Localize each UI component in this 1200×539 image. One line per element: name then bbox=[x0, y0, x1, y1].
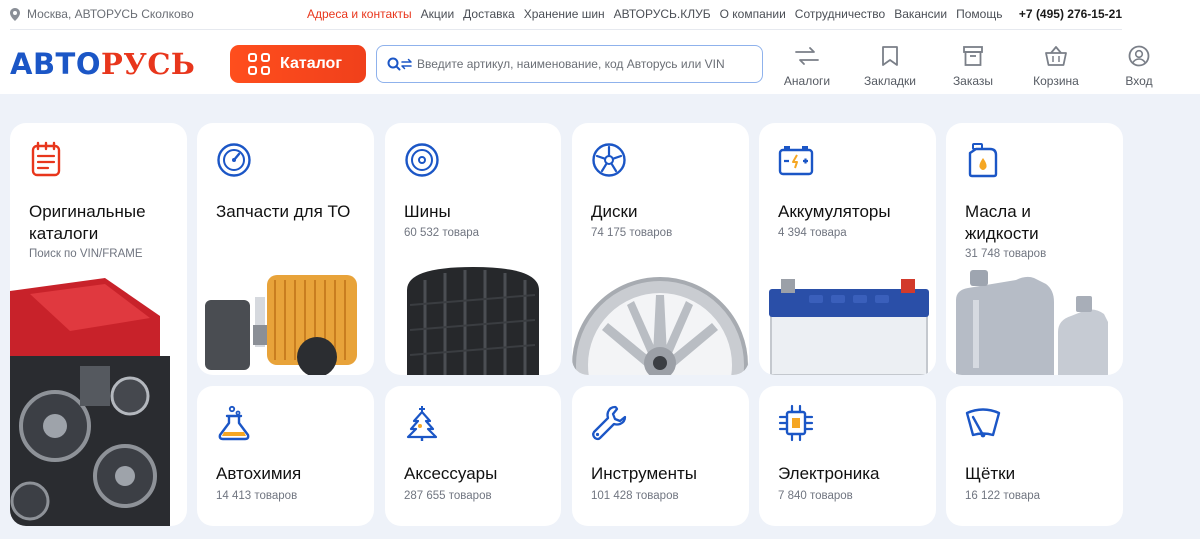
category-title: Щётки bbox=[965, 464, 1016, 483]
oil-bottles-image bbox=[956, 270, 1108, 375]
category-title: Запчасти для ТО bbox=[216, 202, 351, 221]
top-link-vacancies[interactable]: Вакансии bbox=[894, 7, 947, 21]
main-bar: АВТОРУСЬ Каталог Аналоги bbox=[0, 34, 1200, 94]
category-title: Шины bbox=[404, 202, 451, 221]
location-pin-icon bbox=[10, 7, 20, 21]
orders-label: Заказы bbox=[952, 74, 994, 88]
logo-part-avto: АВТО bbox=[10, 47, 101, 81]
search-box[interactable] bbox=[376, 45, 763, 83]
top-link-tire-storage[interactable]: Хранение шин bbox=[524, 7, 605, 21]
category-subtitle: 287 655 товаров bbox=[404, 490, 492, 502]
wrench-icon bbox=[592, 405, 627, 441]
search-input[interactable] bbox=[417, 57, 757, 71]
basket-icon bbox=[1045, 46, 1067, 66]
category-card-electronics[interactable]: Электроника 7 840 товаров bbox=[759, 386, 936, 526]
battery-image bbox=[769, 279, 929, 375]
top-link-delivery[interactable]: Доставка bbox=[463, 7, 515, 21]
category-card-oils[interactable]: Масла и жидкости 31 748 товаров bbox=[946, 123, 1123, 375]
location-selector[interactable]: Москва, АВТОРУСЬ Сколково bbox=[10, 7, 194, 21]
top-link-promotions[interactable]: Акции bbox=[421, 7, 455, 21]
category-title: Автохимия bbox=[216, 464, 302, 483]
catalog-button-label: Каталог bbox=[280, 55, 342, 72]
category-subtitle: 4 394 товара bbox=[778, 227, 847, 239]
category-subtitle: 101 428 товаров bbox=[591, 490, 679, 502]
gauge-icon bbox=[217, 143, 251, 177]
analogs-label: Аналоги bbox=[783, 74, 831, 88]
tire-icon bbox=[405, 143, 439, 177]
top-bar: Москва, АВТОРУСЬ Сколково Адреса и конта… bbox=[10, 0, 1122, 30]
catalog-list-icon bbox=[31, 141, 61, 177]
category-subtitle: Поиск по VIN/FRAME bbox=[29, 248, 143, 260]
category-card-accessories[interactable]: Аксессуары 287 655 товаров bbox=[385, 386, 561, 526]
top-nav-links: Адреса и контакты Акции Доставка Хранени… bbox=[307, 7, 1011, 21]
category-card-wheels[interactable]: Диски 74 175 товаров bbox=[572, 123, 749, 375]
category-title: Диски bbox=[591, 202, 638, 221]
category-title: Масла и жидкости bbox=[965, 202, 1039, 243]
logo-part-rus: РУСЬ bbox=[100, 47, 196, 81]
top-link-help[interactable]: Помощь bbox=[956, 7, 1002, 21]
orders-button[interactable]: Заказы bbox=[936, 44, 1010, 88]
catalog-grid-icon bbox=[248, 53, 270, 75]
cart-button[interactable]: Корзина bbox=[1019, 44, 1093, 88]
top-link-cooperation[interactable]: Сотрудничество bbox=[795, 7, 885, 21]
location-label: Москва, АВТОРУСЬ Сколково bbox=[27, 7, 194, 21]
bookmark-icon bbox=[882, 46, 898, 66]
flask-icon bbox=[218, 405, 250, 441]
category-card-service-parts[interactable]: Запчасти для ТО bbox=[197, 123, 374, 375]
top-link-contacts[interactable]: Адреса и контакты bbox=[307, 7, 412, 21]
service-parts-image bbox=[205, 275, 357, 375]
swap-arrows-icon bbox=[795, 47, 819, 65]
oil-canister-icon bbox=[968, 143, 998, 178]
site-logo[interactable]: АВТОРУСЬ bbox=[10, 47, 195, 81]
engine-image bbox=[10, 278, 170, 526]
air-freshener-icon bbox=[406, 406, 438, 441]
wheel-image bbox=[572, 277, 748, 375]
category-subtitle: 31 748 товаров bbox=[965, 248, 1047, 260]
header-actions: Аналоги Закладки Заказы Корзина Вход bbox=[770, 44, 1185, 88]
user-icon bbox=[1128, 45, 1150, 67]
category-card-tools[interactable]: Инструменты 101 428 товаров bbox=[572, 386, 749, 526]
category-card-wipers[interactable]: Щётки 16 122 товара bbox=[946, 386, 1123, 526]
bookmarks-button[interactable]: Закладки bbox=[853, 44, 927, 88]
box-icon bbox=[963, 46, 983, 66]
top-link-about[interactable]: О компании bbox=[720, 7, 786, 21]
site-header: Москва, АВТОРУСЬ Сколково Адреса и конта… bbox=[0, 0, 1200, 94]
battery-icon bbox=[778, 146, 814, 176]
analogs-button[interactable]: Аналоги bbox=[770, 44, 844, 88]
login-label: Вход bbox=[1125, 74, 1153, 88]
category-subtitle: 74 175 товаров bbox=[591, 227, 673, 239]
category-subtitle: 14 413 товаров bbox=[216, 490, 298, 502]
category-subtitle: 7 840 товаров bbox=[778, 490, 853, 502]
wiper-icon bbox=[965, 408, 1001, 438]
cart-label: Корзина bbox=[1033, 74, 1079, 88]
category-title: Электроника bbox=[778, 464, 880, 483]
category-title: Аксессуары bbox=[404, 464, 498, 483]
catalog-button[interactable]: Каталог bbox=[230, 45, 366, 83]
category-card-tires[interactable]: Шины 60 532 товара bbox=[385, 123, 561, 375]
wheel-rim-icon bbox=[592, 143, 626, 177]
top-link-club[interactable]: АВТОРУСЬ.КЛУБ bbox=[614, 7, 711, 21]
category-card-batteries[interactable]: Аккумуляторы 4 394 товара bbox=[759, 123, 936, 375]
login-button[interactable]: Вход bbox=[1102, 44, 1176, 88]
category-title: Инструменты bbox=[591, 464, 698, 483]
tire-image bbox=[407, 267, 539, 375]
category-title: Оригинальные каталоги bbox=[29, 202, 146, 243]
bookmarks-label: Закладки bbox=[864, 74, 916, 88]
chip-icon bbox=[778, 404, 814, 442]
category-subtitle: 16 122 товара bbox=[965, 490, 1041, 502]
search-icon bbox=[387, 57, 412, 71]
category-subtitle: 60 532 товара bbox=[404, 227, 480, 239]
category-card-catalogs[interactable]: Оригинальные каталоги Поиск по VIN/FRAME bbox=[10, 123, 187, 526]
category-title: Аккумуляторы bbox=[778, 202, 891, 221]
category-card-chemistry[interactable]: Автохимия 14 413 товаров bbox=[197, 386, 374, 526]
phone-number[interactable]: +7 (495) 276-15-21 bbox=[1019, 7, 1122, 21]
